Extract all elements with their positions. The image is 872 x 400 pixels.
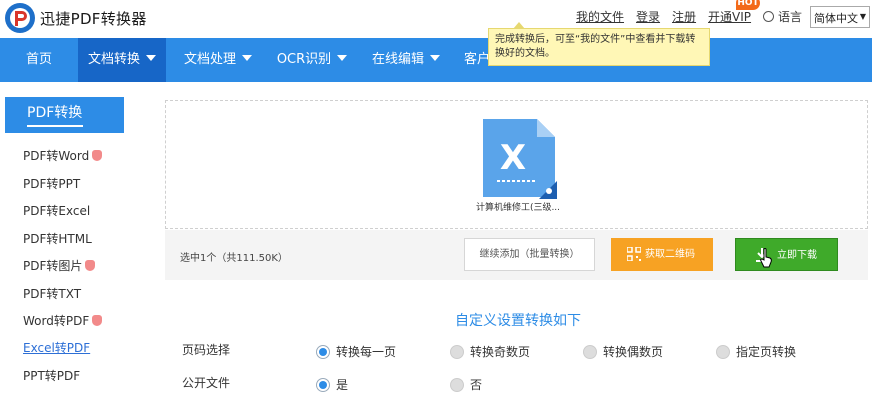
file-name: 计算机维修工(三级...	[475, 203, 561, 213]
radio-public-no[interactable]: 否	[450, 376, 482, 393]
sidebar-item-label: PDF转Excel	[23, 204, 91, 218]
radio-label: 转换奇数页	[470, 345, 531, 359]
radio-dot	[316, 345, 330, 359]
qr-button-label: 获取二维码	[645, 249, 695, 260]
nav-item-label: 首页	[25, 52, 52, 67]
sidebar-item-label: PPT转PDF	[23, 369, 81, 383]
selection-status: 选中1个（共111.50K）	[180, 253, 288, 264]
nav-item-label: OCR识别	[276, 52, 332, 67]
page-selection-label: 页码选择	[182, 343, 231, 357]
top-bar: 迅捷PDF转换器 我的文件 登录 注册 开通VIP 语言 HOT 简体中文 ▼	[0, 0, 872, 38]
radio-even-pages[interactable]: 转换偶数页	[583, 343, 663, 360]
radio-dot	[583, 345, 597, 359]
sidebar-title-label: PDF转换	[27, 105, 83, 121]
language-value: 简体中文	[814, 12, 858, 25]
public-file-label: 公开文件	[182, 376, 231, 390]
sidebar-item-label: PDF转TXT	[23, 287, 82, 301]
radio-every-page[interactable]: 转换每一页	[316, 343, 396, 360]
sidebar-item-pdf-html[interactable]: PDF转HTML	[23, 230, 92, 248]
nav-item-online-edit[interactable]: 在线编辑	[360, 38, 452, 82]
sidebar-item-label: PDF转Word	[23, 149, 90, 163]
brand-name: 迅捷PDF转换器	[40, 10, 147, 28]
sidebar-item-pdf-txt[interactable]: PDF转TXT	[23, 285, 81, 303]
sidebar-item-label: Excel转PDF	[23, 341, 91, 355]
svg-text:X: X	[500, 138, 526, 178]
nav-item-ocr[interactable]: OCR识别	[266, 38, 358, 82]
language-select[interactable]: 简体中文 ▼	[810, 6, 870, 28]
download-now-button[interactable]: 立即下载	[735, 238, 838, 271]
caret-down-icon	[242, 55, 252, 61]
nav-item-doc-convert[interactable]: 文档转换	[78, 38, 166, 82]
my-files-link[interactable]: 我的文件	[576, 8, 624, 25]
register-link[interactable]: 注册	[672, 8, 696, 25]
radio-dot	[716, 345, 730, 359]
caret-down-icon	[337, 55, 348, 61]
radio-specific-pages[interactable]: 指定页转换	[716, 343, 796, 360]
sidebar-item-word-pdf[interactable]: Word转PDF	[23, 312, 103, 330]
radio-label: 指定页转换	[736, 345, 797, 359]
hot-hand-icon	[85, 260, 96, 271]
radio-dot	[316, 378, 330, 392]
radio-label: 是	[336, 378, 349, 392]
radio-odd-pages[interactable]: 转换奇数页	[450, 343, 530, 360]
app-logo-icon	[5, 3, 35, 33]
sidebar-item-pdf-excel[interactable]: PDF转Excel	[23, 202, 90, 220]
sidebar-item-pdf-ppt[interactable]: PDF转PPT	[23, 175, 80, 193]
sidebar-item-label: PDF转PPT	[23, 177, 81, 191]
sidebar-item-ppt-pdf[interactable]: PPT转PDF	[23, 367, 80, 385]
language-label: 语言	[778, 10, 803, 24]
hot-badge: HOT	[736, 0, 760, 10]
hot-hand-icon	[92, 315, 103, 326]
caret-down-icon	[430, 55, 440, 61]
nav-item-doc-process[interactable]: 文档处理	[172, 38, 264, 82]
nav-item-label: 客户	[463, 52, 490, 67]
nav-item-label: 文档处理	[183, 52, 236, 67]
vip-link[interactable]: 开通VIP	[708, 8, 751, 25]
radio-label: 否	[470, 378, 483, 392]
caret-down-icon	[146, 55, 156, 61]
sidebar-title-underline	[27, 125, 83, 127]
radio-public-yes[interactable]: 是	[316, 376, 348, 393]
nav-item-home[interactable]: 首页	[0, 38, 78, 82]
nav-item-label: 在线编辑	[371, 52, 424, 67]
sidebar-item-pdf-image[interactable]: PDF转图片	[23, 257, 96, 275]
sidebar-item-label: PDF转图片	[23, 259, 83, 273]
sidebar-item-label: Word转PDF	[23, 314, 90, 328]
qr-code-icon	[627, 247, 641, 261]
chevron-down-icon: ▼	[859, 12, 866, 21]
excel-file-icon[interactable]: X	[481, 119, 557, 199]
hand-cursor-icon	[760, 248, 772, 268]
sidebar-item-pdf-word[interactable]: PDF转Word	[23, 147, 103, 165]
my-files-tooltip: 完成转换后，可至“我的文件”中查看并下载转换好的文档。	[488, 22, 710, 66]
login-link[interactable]: 登录	[636, 8, 660, 25]
settings-title: 自定义设置转换如下	[455, 313, 581, 329]
nav-item-label: 文档转换	[87, 52, 140, 67]
radio-label: 转换偶数页	[603, 345, 664, 359]
download-button-label: 立即下载	[777, 250, 817, 261]
radio-dot	[450, 345, 464, 359]
sidebar-title: PDF转换	[5, 97, 124, 133]
globe-icon	[763, 11, 775, 22]
sidebar-item-excel-pdf[interactable]: Excel转PDF	[23, 339, 90, 357]
get-qr-code-button[interactable]: 获取二维码	[611, 238, 713, 271]
radio-dot	[450, 378, 464, 392]
sidebar-item-label: PDF转HTML	[23, 232, 92, 246]
main-nav: 首页 文档转换 文档处理 OCR识别 在线编辑 客户	[0, 38, 872, 82]
radio-label: 转换每一页	[336, 345, 397, 359]
top-links: 我的文件 登录 注册 开通VIP 语言	[576, 8, 812, 25]
hot-hand-icon	[92, 150, 103, 161]
continue-add-button[interactable]: 继续添加（批量转换）	[464, 238, 595, 271]
